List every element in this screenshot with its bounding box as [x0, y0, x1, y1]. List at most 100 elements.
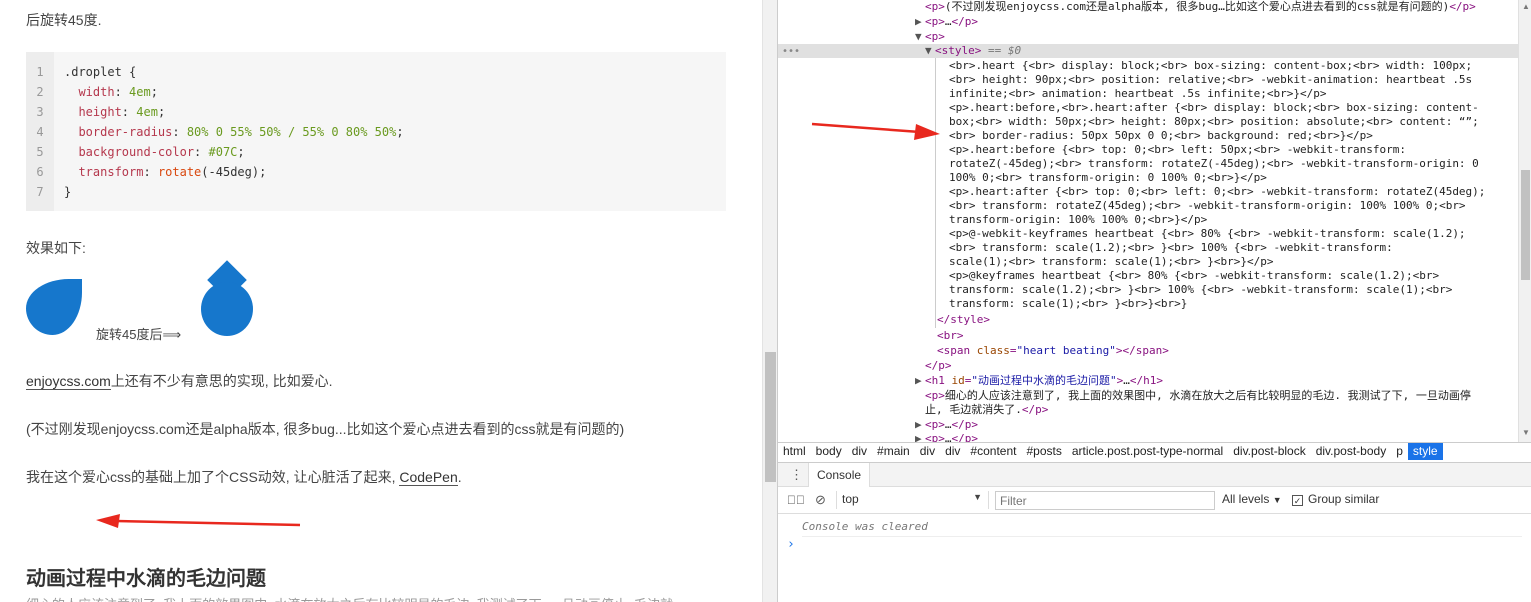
tree-row-p-notice[interactable]: <p>细心的人应该注意到了, 我上面的效果图中, 水滴在放大之后有比较明显的毛边… — [925, 389, 1471, 403]
context-value: top — [842, 492, 859, 506]
codepen-link[interactable]: CodePen — [399, 469, 458, 486]
line-number: 3 — [36, 105, 44, 119]
style-text-line: transform: scale(1);<br> }<br>}<br>} — [949, 297, 1188, 310]
console-filter-input[interactable] — [995, 491, 1215, 510]
style-text-line: <br>.heart {<br> display: block;<br> box… — [949, 59, 1473, 72]
context-selector[interactable]: top ▼ — [842, 492, 982, 508]
style-text-line: <br> height: 90px;<br> position: relativ… — [949, 73, 1473, 86]
indent-guide — [935, 58, 936, 328]
clear-console-icon[interactable]: ⊘ — [815, 492, 826, 508]
style-text-line: 100% 0;<br> transform-origin: 0 100% 0;<… — [949, 171, 1267, 184]
style-text-line: box;<br> width: 50px;<br> height: 80px;<… — [949, 115, 1479, 128]
line-number: 6 — [36, 165, 44, 179]
drawer-menu-icon[interactable]: ⋮ — [790, 467, 803, 483]
breadcrumb-item[interactable]: div — [940, 443, 965, 460]
code-text: transform: rotate(-45deg); — [64, 165, 267, 179]
code-block: 1 .droplet {2 width: 4em; 3 height: 4em; 4 … — [26, 52, 726, 211]
console-output: Console was cleared › — [778, 515, 1531, 602]
chevron-down-icon: ▼ — [973, 492, 982, 502]
rotate-caption: 旋转45度后⟹ — [96, 327, 182, 342]
page-scrollbar-thumb[interactable] — [765, 352, 776, 482]
style-text-line: <p>.heart:after {<br> top: 0;<br> left: … — [949, 185, 1486, 198]
tree-row-br[interactable]: <br> — [937, 329, 964, 343]
enjoycss-link[interactable]: enjoycss.com — [26, 373, 111, 390]
code-line: 3 height: 4em; — [26, 102, 165, 122]
style-text-line: <p>.heart:before {<br> top: 0;<br> left:… — [949, 143, 1406, 156]
breadcrumb-item[interactable]: div — [915, 443, 940, 460]
style-text-line: transform-origin: 100% 100% 0;<br>}</p> — [949, 213, 1208, 226]
animation-paragraph: 我在这个爱心css的基础上加了个CSS动效, 让心脏活了起来, CodePen. — [26, 467, 462, 487]
style-text-line: <p>.heart:before,<br>.heart:after {<br> … — [949, 101, 1479, 114]
elements-tree: ••• <p>(不过刚发现enjoycss.com还是alpha版本, 很多bu… — [778, 0, 1518, 442]
code-line: 6 transform: rotate(-45deg); — [26, 162, 266, 182]
tree-row-style-close[interactable]: </style> — [937, 313, 990, 327]
scroll-up-arrow-icon[interactable]: ▲ — [1522, 2, 1530, 11]
trailing-paragraph: 细心的人应该注意到了, 我上面的效果图中, 水滴在放大之后有比较明显的毛边. 我… — [26, 594, 673, 602]
toolbar-divider — [836, 491, 837, 509]
line-number: 7 — [36, 185, 44, 199]
line-number: 4 — [36, 125, 44, 139]
drawer-tabbar: ⋮ Console — [778, 462, 1531, 487]
breadcrumb-item[interactable]: body — [811, 443, 847, 460]
enjoy-paragraph: enjoycss.com上还有不少有意思的实现, 比如爱心. — [26, 371, 332, 391]
code-line: 1 .droplet { — [26, 62, 136, 82]
page-scrollbar[interactable] — [762, 0, 777, 602]
tree-row-p-collapsed-3[interactable]: ▶ <p>…</p> — [915, 432, 978, 442]
style-text-line: rotateZ(-45deg);<br> transform: rotateZ(… — [949, 157, 1479, 170]
sidebar-toggle-icon[interactable]: ▶⃞ — [787, 493, 805, 507]
tree-row-p-close[interactable]: </p> — [925, 359, 952, 373]
breadcrumb-item[interactable]: div.post-block — [1228, 443, 1310, 460]
tree-row-span-heart[interactable]: <span class="heart beating"></span> — [937, 344, 1169, 358]
tree-row-h1[interactable]: ▶ <h1 id="动画过程中水滴的毛边问题">…</h1> — [915, 374, 1163, 388]
style-text-line: scale(1);<br> transform: scale(1);<br> }… — [949, 255, 1274, 268]
tree-row-p-collapsed-2[interactable]: ▶ <p>…</p> — [915, 418, 978, 432]
console-cleared-message: Console was cleared — [802, 520, 1522, 537]
style-text-line: transform: scale(1.2);<br> }<br> 100% {<… — [949, 283, 1453, 296]
tree-row-p-text[interactable]: <p>(不过刚发现enjoycss.com还是alpha版本, 很多bug…比如… — [925, 0, 1476, 14]
log-levels-dropdown[interactable]: All levels ▼ — [1222, 492, 1282, 506]
line-number: 5 — [36, 145, 44, 159]
breadcrumb-item[interactable]: style — [1407, 443, 1443, 460]
scroll-down-arrow-icon[interactable]: ▼ — [1522, 428, 1530, 437]
style-text-line: <p>@-webkit-keyframes heartbeat {<br> 80… — [949, 227, 1466, 240]
code-text: border-radius: 80% 0 55% 50% / 55% 0 80%… — [64, 125, 404, 139]
node-actions-ellipsis[interactable]: ••• — [782, 45, 800, 59]
tab-console[interactable]: Console — [808, 463, 871, 487]
tree-row-p-notice-cont: 止, 毛边就消失了.</p> — [925, 403, 1049, 416]
article-page: 后旋转45度. 1 .droplet {2 width: 4em; 3 height… — [0, 0, 762, 602]
breadcrumb-item[interactable]: div.post-body — [1311, 443, 1391, 460]
breadcrumb-item[interactable]: p — [1391, 443, 1408, 460]
elements-scrollbar[interactable]: ▲ ▼ — [1518, 0, 1531, 442]
breadcrumb-item[interactable]: #main — [872, 443, 915, 460]
breadcrumb-item[interactable]: #content — [965, 443, 1021, 460]
code-text: } — [64, 185, 72, 199]
breadcrumb: html body div #main div div #content #posts arti… — [778, 442, 1531, 460]
checkbox-checked-icon[interactable]: ✓ — [1292, 495, 1303, 506]
tree-row-p-expanded[interactable]: ▼ <p> — [915, 30, 945, 44]
breadcrumb-item[interactable]: div — [847, 443, 872, 460]
red-arrow-right — [811, 122, 940, 140]
section-heading: 动画过程中水滴的毛边问题 — [26, 568, 266, 590]
breadcrumb-item[interactable]: #posts — [1021, 443, 1066, 460]
style-text-line: <br> transform: scale(1.2);<br> }<br> 10… — [949, 241, 1393, 254]
devtools-panel: ••• <p>(不过刚发现enjoycss.com还是alpha版本, 很多bu… — [777, 0, 1531, 602]
droplet-after-image — [201, 282, 253, 336]
tree-row-style-selected[interactable]: ▼ <style> == $0 — [925, 44, 1021, 58]
group-similar-toggle[interactable]: ✓ Group similar — [1292, 492, 1379, 506]
code-line: 4 border-radius: 80% 0 55% 50% / 55% 0 8… — [26, 122, 404, 142]
console-prompt-icon[interactable]: › — [787, 537, 795, 552]
code-line: 2 width: 4em; — [26, 82, 158, 102]
line-number: 2 — [36, 85, 44, 99]
elements-scrollbar-thumb[interactable] — [1521, 170, 1530, 280]
animation-end: . — [457, 469, 462, 485]
chevron-down-icon: ▼ — [1272, 495, 1282, 505]
breadcrumb-item[interactable]: html — [778, 443, 811, 460]
effect-label: 效果如下: — [26, 240, 86, 256]
alpha-note-text: (不过刚发现enjoycss.com还是alpha版本, 很多bug...比如这… — [26, 421, 625, 437]
breadcrumb-item[interactable]: article.post.post-type-normal — [1067, 443, 1228, 460]
intro-tail-text: 后旋转45度. — [26, 12, 102, 28]
tree-row-p-collapsed-1[interactable]: ▶ <p>…</p> — [915, 15, 978, 29]
droplet-before-image — [26, 279, 82, 335]
code-line: 5 background-color: #07C; — [26, 142, 244, 162]
style-text-line: <p>@keyframes heartbeat {<br> 80% {<br> … — [949, 269, 1440, 282]
